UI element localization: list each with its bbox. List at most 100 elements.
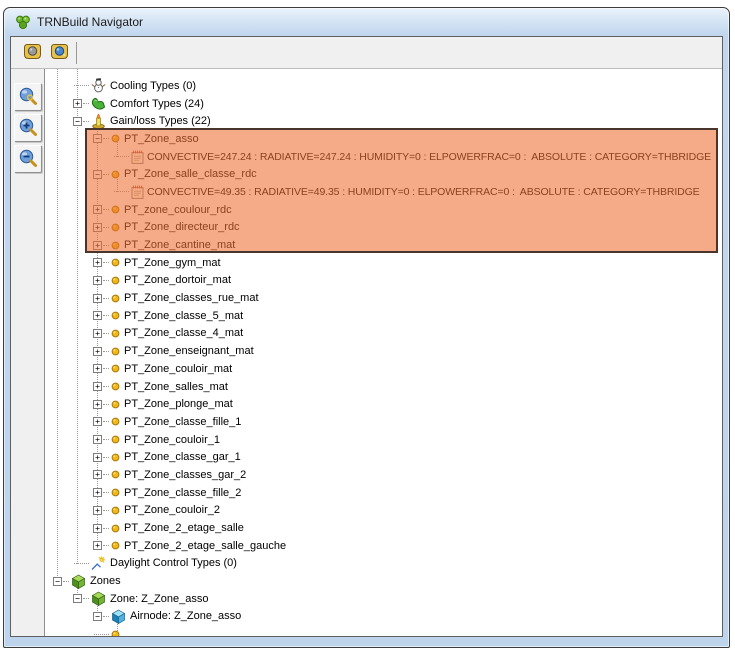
expand-icon[interactable]: + (93, 417, 102, 426)
zoom-in-button[interactable] (14, 114, 42, 142)
comfort-icon (91, 96, 106, 111)
tree-connector (103, 616, 109, 617)
side-toolbar (11, 69, 45, 636)
expand-icon[interactable]: + (93, 364, 102, 373)
expand-icon[interactable]: + (93, 241, 102, 250)
tree-row[interactable]: −Zone: Z_Zone_asso (45, 590, 722, 608)
bullet-icon (111, 134, 120, 143)
expand-icon[interactable]: + (93, 258, 102, 267)
window-blue-button[interactable] (46, 41, 72, 65)
tree-row[interactable]: Cooling Types (0) (45, 77, 722, 95)
expand-icon[interactable]: + (93, 276, 102, 285)
zoom-search-icon (17, 85, 39, 110)
tree-row[interactable]: CONVECTIVE=247.24 : RADIATIVE=247.24 : H… (45, 148, 722, 166)
collapse-icon[interactable]: − (53, 577, 62, 586)
tree-row-label: PT_Zone_asso (124, 133, 199, 145)
note-icon (131, 150, 144, 164)
bullet-icon (111, 170, 120, 179)
window-gray-button[interactable] (19, 41, 45, 65)
expand-icon[interactable]: + (93, 506, 102, 515)
collapse-icon[interactable]: − (93, 612, 102, 621)
tree-row[interactable]: + Comfort Types (24) (45, 95, 722, 113)
expand-icon[interactable]: + (93, 223, 102, 232)
tree-row[interactable]: + PT_Zone_classe_fille_1 (45, 413, 722, 431)
tree-row[interactable]: +PT_Zone_classes_rue_mat (45, 289, 722, 307)
tree-row-label: Gain/loss Types (22) (110, 115, 211, 127)
expand-icon[interactable]: + (93, 541, 102, 550)
bullet-icon (111, 506, 120, 515)
tree-row[interactable]: + PT_Zone_classe_4_mat (45, 325, 722, 343)
note-icon (131, 185, 144, 199)
collapse-icon[interactable]: − (73, 117, 82, 126)
tree-row[interactable]: +PT_Zone_plonge_mat (45, 395, 722, 413)
tree-connector (103, 368, 109, 369)
expand-icon[interactable]: + (93, 329, 102, 338)
tree-row[interactable]: − Zones (45, 572, 722, 590)
tree-row[interactable]: +PT_Zone_classes_gar_2 (45, 466, 722, 484)
bullet-icon (111, 400, 120, 409)
tree-connector (103, 545, 109, 546)
collapse-icon[interactable]: − (73, 594, 82, 603)
tree-row[interactable]: +PT_Zone_couloir_1 (45, 431, 722, 449)
bullet-icon (111, 541, 120, 550)
expand-icon[interactable]: + (93, 400, 102, 409)
bullet-icon (111, 382, 120, 391)
expand-icon[interactable]: + (93, 435, 102, 444)
navigator-tree: Cooling Types (0)+Comfort Types (24)−Gai… (45, 69, 722, 636)
tree-row-label: PT_Zone_gym_mat (124, 257, 221, 269)
tree-row[interactable]: +PT_Zone_couloir_mat (45, 360, 722, 378)
expand-icon[interactable]: + (93, 453, 102, 462)
tree-row[interactable]: − Airnode: Z_Zone_asso (45, 608, 722, 626)
tree-row[interactable]: −PT_Zone_salle_classe_rdc (45, 165, 722, 183)
tree-row-label: PT_Zone_couloir_2 (124, 504, 220, 516)
tree-row[interactable]: + PT_Zone_couloir_2 (45, 502, 722, 520)
tree-row[interactable]: +PT_zone_coulour_rdc (45, 201, 722, 219)
zoom-search-button[interactable] (14, 83, 42, 111)
bullet-icon (111, 524, 120, 533)
expand-icon[interactable]: + (93, 294, 102, 303)
tree-row[interactable]: +PT_Zone_cantine_mat (45, 236, 722, 254)
tree-connector (103, 457, 109, 458)
expand-icon[interactable]: + (93, 488, 102, 497)
bullet-icon (111, 488, 120, 497)
tree-row[interactable]: +PT_Zone_salles_mat (45, 378, 722, 396)
tree-row-label: Airnode: Z_Zone_asso (130, 610, 241, 622)
tree-row[interactable]: − PT_Zone_asso (45, 130, 722, 148)
expand-icon[interactable]: + (93, 470, 102, 479)
expand-icon[interactable]: + (93, 311, 102, 320)
tree-row[interactable]: Daylight Control Types (0) (45, 555, 722, 573)
tree-row[interactable]: +PT_Zone_2_etage_salle_gauche (45, 537, 722, 555)
tree-row[interactable]: +PT_Zone_classe_gar_1 (45, 448, 722, 466)
tree-row-label: Zones (90, 575, 121, 587)
tree-row[interactable]: +PT_Zone_classe_fille_2 (45, 484, 722, 502)
collapse-icon[interactable]: − (93, 134, 102, 143)
bullet-icon (111, 364, 120, 373)
collapse-icon[interactable]: − (93, 170, 102, 179)
expand-icon[interactable]: + (93, 347, 102, 356)
toolbar-separator (76, 42, 77, 64)
expand-icon[interactable]: + (93, 205, 102, 214)
tree-connector (103, 439, 109, 440)
bullet-icon (111, 205, 120, 214)
tree-connector (103, 492, 109, 493)
tree-row[interactable]: + PT_Zone_classe_5_mat (45, 307, 722, 325)
expand-icon[interactable]: + (73, 99, 82, 108)
expand-icon[interactable]: + (93, 382, 102, 391)
tree-connector (103, 315, 109, 316)
expand-icon[interactable]: + (93, 524, 102, 533)
tree-row[interactable]: +PT_Zone_directeur_rdc (45, 219, 722, 237)
tree-row[interactable]: − Gain/loss Types (22) (45, 112, 722, 130)
tree-row-label: Daylight Control Types (0) (110, 557, 237, 569)
tree-row-label: PT_Zone_classe_5_mat (124, 310, 243, 322)
tree-row-label: PT_Zone_classe_fille_1 (124, 416, 241, 428)
tree-row[interactable]: + PT_Zone_gym_mat (45, 254, 722, 272)
tree-row[interactable]: +PT_Zone_dortoir_mat (45, 272, 722, 290)
tree-row-label: PT_Zone_classe_4_mat (124, 327, 243, 339)
tree-row[interactable]: +PT_Zone_enseignant_mat (45, 342, 722, 360)
tree-row-label: Comfort Types (24) (110, 98, 204, 110)
tree-row[interactable]: CONVECTIVE=49.35 : RADIATIVE=49.35 : HUM… (45, 183, 722, 201)
bullet-icon (111, 276, 120, 285)
zoom-out-button[interactable] (14, 145, 42, 173)
tree-row[interactable]: +PT_Zone_2_etage_salle (45, 519, 722, 537)
tree-row[interactable] (45, 625, 722, 636)
